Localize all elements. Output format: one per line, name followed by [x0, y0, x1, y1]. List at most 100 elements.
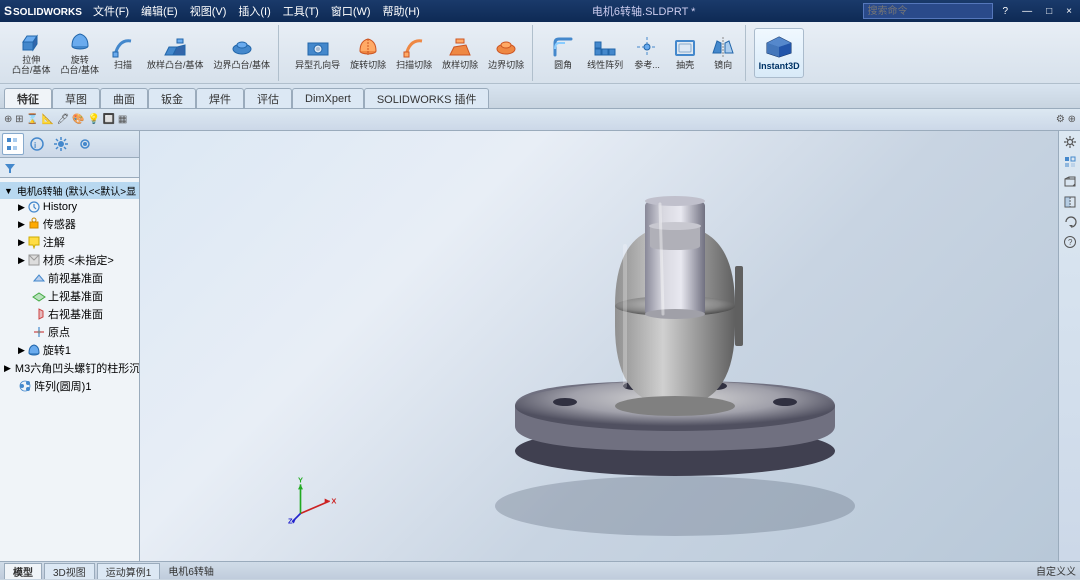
tree-arrow-root[interactable]: ▼ — [4, 186, 13, 196]
display-tab[interactable] — [74, 133, 96, 155]
toolbar-group-boss: 拉伸凸台/基体 旋转凸台/基体 扫描 — [4, 25, 279, 81]
linear-pattern-label: 线性阵列 — [587, 61, 623, 71]
revolve-icon — [68, 30, 92, 54]
tab-dimxpert[interactable]: DimXpert — [292, 88, 364, 108]
revolve-boss-button[interactable]: 旋转凸台/基体 — [57, 28, 104, 78]
win-btn-close[interactable]: × — [1062, 6, 1076, 17]
tabs-row: 特征 草图 曲面 钣金 焊件 评估 DimXpert SOLIDWORKS 插件 — [0, 84, 1080, 108]
toolbar-group-cut: 异型孔向导 旋转切除 — [287, 25, 533, 81]
tree-item-annotation[interactable]: ▶ 注解 — [0, 233, 139, 251]
menu-help[interactable]: 帮助(H) — [378, 2, 425, 20]
help-button[interactable]: ? — [1061, 233, 1079, 251]
tab-features[interactable]: 特征 — [4, 88, 52, 108]
linear-pattern-button[interactable]: 线性阵列 — [583, 28, 627, 78]
tree-item-right-plane[interactable]: 右视基准面 — [0, 305, 139, 323]
tree-item-origin[interactable]: 原点 — [0, 323, 139, 341]
svg-text:SOLIDWORKS: SOLIDWORKS — [13, 7, 82, 17]
tree-item-material[interactable]: ▶ 材质 <未指定> — [0, 251, 139, 269]
fillet-button[interactable]: 圆角 — [545, 28, 581, 78]
part-3d-view — [385, 146, 905, 546]
tree-arrow-revolve1[interactable]: ▶ — [18, 345, 25, 356]
tab-sketch[interactable]: 草图 — [52, 88, 100, 108]
tab-sheetmetal[interactable]: 钣金 — [148, 88, 196, 108]
instant3d-button[interactable]: Instant3D — [754, 28, 804, 78]
tree-item-sensor[interactable]: ▶ 传感器 — [0, 215, 139, 233]
view-settings-button[interactable] — [1061, 133, 1079, 151]
hole-wizard-icon — [306, 35, 330, 59]
svg-text:i: i — [34, 141, 36, 150]
tab-surface[interactable]: 曲面 — [100, 88, 148, 108]
boundary-icon — [230, 35, 254, 59]
linear-pattern-icon — [593, 35, 617, 59]
tree-label-front-plane: 前视基准面 — [48, 270, 103, 286]
tree-arrow-history[interactable]: ▶ — [18, 202, 25, 213]
statusbar-customize[interactable]: 自定义义 — [1036, 563, 1076, 578]
tree-label-root: 电机6转轴 (默认<<默认>显 — [17, 183, 136, 198]
svg-text:S: S — [4, 4, 12, 17]
search-input[interactable] — [863, 3, 993, 19]
boundary-cut-button[interactable]: 边界切除 — [484, 28, 528, 78]
titlebar-title: 电机6转轴.SLDPRT * — [425, 3, 863, 19]
tree-arrow-sensor[interactable]: ▶ — [18, 219, 25, 230]
boundary-button[interactable]: 边界凸台/基体 — [210, 28, 275, 78]
titlebar-menus: 文件(F) 编辑(E) 视图(V) 插入(I) 工具(T) 窗口(W) 帮助(H… — [88, 2, 425, 20]
loft-button[interactable]: 放样凸台/基体 — [143, 28, 208, 78]
revolve-cut-button[interactable]: 旋转切除 — [346, 28, 390, 78]
tree-arrow-material[interactable]: ▶ — [18, 255, 25, 266]
tree-item-front-plane[interactable]: 前视基准面 — [0, 269, 139, 287]
reference-button[interactable]: 参考... — [629, 28, 665, 78]
config-tab[interactable] — [50, 133, 72, 155]
menu-view[interactable]: 视图(V) — [185, 2, 232, 20]
revolve-cut-icon — [356, 35, 380, 59]
sweep-icon — [111, 35, 135, 59]
tree-arrow-m3screw[interactable]: ▶ — [4, 363, 11, 374]
viewport[interactable]: X Y Z — [140, 131, 1058, 561]
sweep-cut-button[interactable]: 扫描切除 — [392, 28, 436, 78]
tree-item-top-plane[interactable]: 上视基准面 — [0, 287, 139, 305]
tree-item-pattern[interactable]: 阵列(圆周)1 — [0, 377, 139, 395]
tree-item-m3-screw[interactable]: ▶ M3六角凹头螺钉的柱形沉 — [0, 359, 139, 377]
win-btn-restore[interactable]: □ — [1042, 6, 1056, 17]
model-tab[interactable]: 模型 — [4, 563, 42, 579]
property-tab[interactable]: i — [26, 133, 48, 155]
feature-tree-tab[interactable] — [2, 133, 24, 155]
fillet-label: 圆角 — [554, 61, 572, 71]
reference-icon — [635, 35, 659, 59]
menu-insert[interactable]: 插入(I) — [233, 2, 275, 20]
tree-arrow-annotation[interactable]: ▶ — [18, 237, 25, 248]
loft-cut-icon — [448, 35, 472, 59]
section-view-button[interactable] — [1061, 193, 1079, 211]
tab-solidworks-plugins[interactable]: SOLIDWORKS 插件 — [364, 88, 490, 108]
tree-label-sensor: 传感器 — [43, 216, 76, 232]
rotate-view-button[interactable] — [1061, 213, 1079, 231]
extrude-boss-button[interactable]: 拉伸凸台/基体 — [8, 28, 55, 78]
win-btn-minimize[interactable]: — — [1018, 6, 1036, 17]
tab-weldments[interactable]: 焊件 — [196, 88, 244, 108]
feature-tree[interactable]: ▼ 电机6转轴 (默认<<默认>显 ▶ History — [0, 178, 139, 561]
menu-window[interactable]: 窗口(W) — [326, 2, 376, 20]
solidworks-logo: S SOLIDWORKS — [4, 3, 84, 20]
sweep-button[interactable]: 扫描 — [105, 28, 141, 78]
instant3d-label: Instant3D — [759, 61, 800, 71]
hole-wizard-button[interactable]: 异型孔向导 — [291, 28, 344, 78]
svg-text:X: X — [331, 497, 336, 506]
tab-evaluate[interactable]: 评估 — [244, 88, 292, 108]
3dview-tab[interactable]: 3D视图 — [44, 563, 95, 579]
statusbar-tabs: 模型 3D视图 运动算例1 — [4, 563, 160, 579]
loft-cut-button[interactable]: 放样切除 — [438, 28, 482, 78]
annotation-icon — [27, 235, 41, 249]
tree-item-history[interactable]: ▶ History — [0, 199, 139, 215]
view-orient-button[interactable] — [1061, 173, 1079, 191]
motion-tab[interactable]: 运动算例1 — [97, 563, 161, 579]
filter-icon — [4, 162, 16, 174]
tree-item-revolve1[interactable]: ▶ 旋转1 — [0, 341, 139, 359]
shell-button[interactable]: 抽壳 — [667, 28, 703, 78]
toolbar-area: 拉伸凸台/基体 旋转凸台/基体 扫描 — [0, 22, 1080, 109]
win-btn-help[interactable]: ? — [999, 6, 1013, 17]
menu-tools[interactable]: 工具(T) — [278, 2, 324, 20]
display-style-button[interactable] — [1061, 153, 1079, 171]
mirror-button[interactable]: 镜向 — [705, 28, 741, 78]
menu-edit[interactable]: 编辑(E) — [136, 2, 183, 20]
menu-file[interactable]: 文件(F) — [88, 2, 134, 20]
tree-item-root[interactable]: ▼ 电机6转轴 (默认<<默认>显 — [0, 182, 139, 199]
